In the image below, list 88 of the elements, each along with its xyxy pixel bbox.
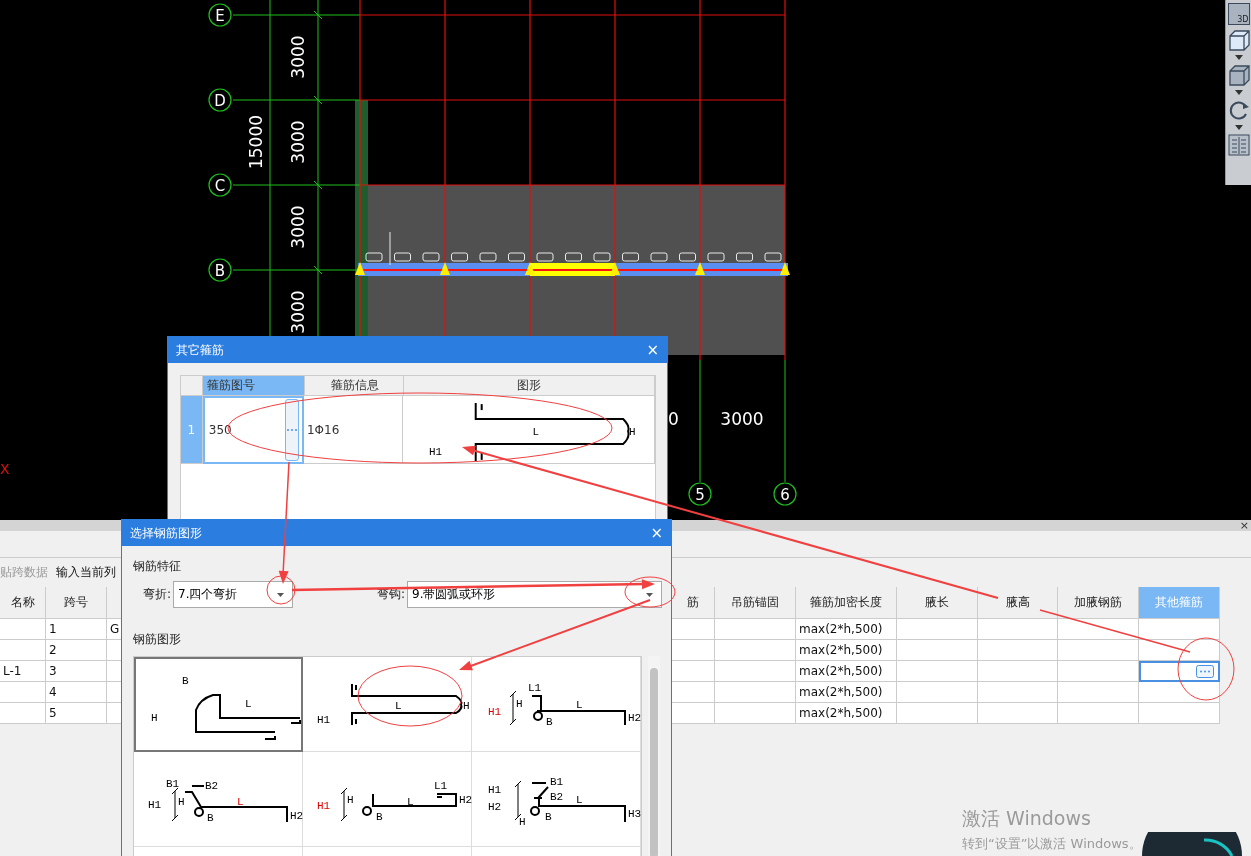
column-header[interactable]: 箍筋信息 <box>304 376 405 396</box>
dimension-label: 3000 <box>288 120 308 164</box>
table-cell: 350 <box>208 423 232 437</box>
column-header[interactable]: 筋 <box>672 587 715 619</box>
caret-icon[interactable] <box>1234 55 1243 60</box>
dimension-label: 0 <box>668 409 679 429</box>
column-header[interactable]: 图形 <box>404 376 655 396</box>
column-header[interactable]: 名称 <box>0 587 46 619</box>
table-cell: max(2*h,500) <box>796 682 897 703</box>
ellipsis-icon[interactable] <box>1196 665 1214 678</box>
table-cell[interactable] <box>1139 619 1220 640</box>
table-cell: max(2*h,500) <box>796 661 897 682</box>
wireframe-cube-icon[interactable] <box>1227 29 1250 51</box>
table-cell: L-1 <box>0 661 46 682</box>
table-cell <box>0 640 46 661</box>
axis-bubble: 5 <box>688 482 712 506</box>
table-cell <box>672 682 715 703</box>
caret-icon[interactable] <box>1234 90 1243 95</box>
field-label: 弯钩: <box>375 586 406 603</box>
table-cell: max(2*h,500) <box>796 619 897 640</box>
close-button[interactable]: × <box>650 524 663 542</box>
shape-option[interactable]: H1 H L1 L H2 B <box>303 752 472 847</box>
annotation-ellipse <box>266 575 296 605</box>
table-cell <box>672 640 715 661</box>
table-cell[interactable] <box>1139 682 1220 703</box>
table-cell: 3 <box>46 661 107 682</box>
field-label: 弯折: <box>141 586 172 603</box>
section-label: 钢筋特征 <box>133 558 182 575</box>
caret-icon[interactable] <box>1234 125 1243 130</box>
shape-option[interactable]: H1 L H <box>303 657 472 752</box>
table-cell: 1Φ16 <box>306 422 340 437</box>
section-label: 钢筋图形 <box>133 631 182 648</box>
column-header[interactable]: 腋长 <box>897 587 978 619</box>
axis-bubble: E <box>208 3 232 27</box>
caret-icon <box>277 592 284 597</box>
shape-option[interactable]: B1 H1 B2 L H2 B H3 H <box>472 752 641 847</box>
axis-bubble: D <box>208 88 232 112</box>
close-button[interactable]: × <box>1239 520 1251 531</box>
table-cell: max(2*h,500) <box>796 640 897 661</box>
annotation-ellipse <box>624 576 676 608</box>
ellipsis-icon <box>285 428 298 432</box>
column-header[interactable]: 跨号 <box>46 587 107 619</box>
toolbar-action[interactable]: 输入当前列 <box>56 564 116 581</box>
column-header[interactable]: 吊筋锚固 <box>715 587 796 619</box>
shape-option[interactable]: L1 H1 H L B H2 <box>472 657 641 752</box>
column-header[interactable]: 箍筋加密长度 <box>796 587 897 619</box>
axis-mark: X <box>0 461 10 477</box>
close-button[interactable]: × <box>646 341 659 359</box>
annotation-ellipse <box>1177 637 1235 701</box>
view-3d-button[interactable]: 3D <box>1227 3 1250 25</box>
table-cell[interactable] <box>1139 661 1220 682</box>
table-cell <box>0 703 46 724</box>
cube-icon[interactable] <box>1227 64 1250 86</box>
shape-option[interactable]: B H L <box>134 657 303 752</box>
table-cell <box>0 682 46 703</box>
axis-bubble: 6 <box>773 482 797 506</box>
bend-dropdown[interactable]: 7.四个弯折 <box>173 581 293 608</box>
rebar-shape-drawing: L H H1 <box>403 395 654 464</box>
more-button[interactable] <box>284 399 299 461</box>
table-cell <box>672 661 715 682</box>
dialog-title: 选择钢筋图形 <box>130 524 202 542</box>
dimension-label: 3000 <box>720 409 764 429</box>
caret-icon <box>646 592 653 597</box>
table-cell <box>672 619 715 640</box>
scrollbar[interactable] <box>648 656 660 856</box>
shape-option[interactable]: B1 B2 H1 H L B H2 <box>134 752 303 847</box>
table-cell[interactable] <box>1139 640 1220 661</box>
axis-bubble: C <box>208 173 232 197</box>
table-cell: 5 <box>46 703 107 724</box>
activation-message: 转到“设置”以激活 Windows。 <box>962 835 1142 853</box>
dimension-label: 15000 <box>246 114 266 170</box>
column-header[interactable]: 加腋钢筋 <box>1058 587 1139 619</box>
axis-bubble: B <box>208 258 232 282</box>
dimension-label: 3000 <box>288 290 308 334</box>
activation-title: 激活 Windows <box>962 806 1092 831</box>
dimension-label: 3000 <box>288 205 308 249</box>
dialog-title: 其它箍筋 <box>176 341 224 359</box>
table-cell: max(2*h,500) <box>796 703 897 724</box>
table-cell <box>0 619 46 640</box>
column-header[interactable]: 腋高 <box>978 587 1058 619</box>
table-cell: 2 <box>46 640 107 661</box>
rotate-icon[interactable] <box>1227 99 1250 121</box>
table-cell: 4 <box>46 682 107 703</box>
dimension-label: 3000 <box>288 35 308 79</box>
table-cell: 1 <box>46 619 107 640</box>
column-header[interactable]: 箍筋图号 <box>202 376 305 396</box>
table-cell[interactable] <box>1139 703 1220 724</box>
table-cell <box>672 703 715 724</box>
